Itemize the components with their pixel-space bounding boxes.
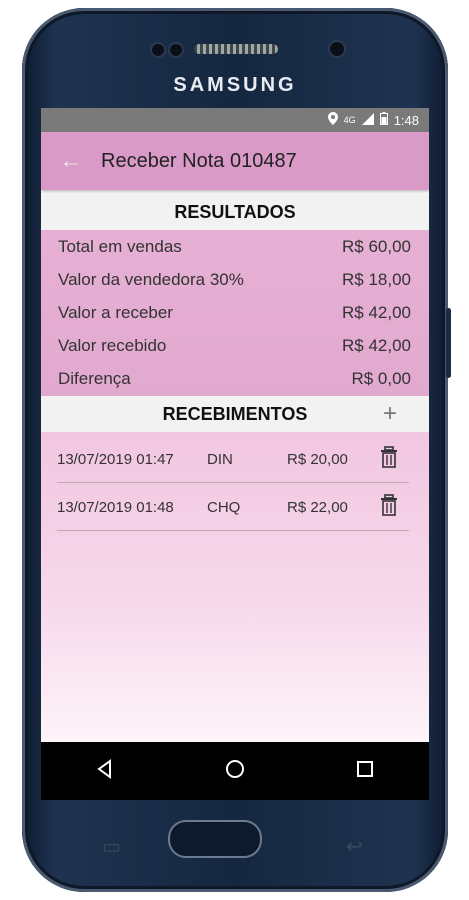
home-hardware-button[interactable]	[168, 820, 262, 858]
receipt-value: R$ 22,00	[287, 498, 348, 516]
trash-icon[interactable]	[379, 494, 405, 520]
receipt-value: R$ 20,00	[287, 450, 348, 468]
result-row-difference: Diferença R$ 0,00	[41, 362, 429, 395]
network-label: 4G	[343, 115, 356, 125]
receipts-header-label: RECEBIMENTOS	[162, 403, 308, 424]
result-value: R$ 42,00	[342, 302, 411, 322]
proximity-sensor	[170, 44, 182, 56]
page-title: Receber Nota 010487	[101, 149, 297, 172]
nav-home-icon[interactable]	[224, 758, 246, 785]
receipt-date: 13/07/2019 01:48	[57, 498, 174, 516]
app-bar: ← Receber Nota 010487	[41, 132, 429, 190]
result-label: Total em vendas	[58, 236, 182, 256]
nav-back-icon[interactable]	[95, 758, 115, 784]
status-time: 1:48	[393, 112, 419, 128]
result-label: Valor da vendedora 30%	[58, 269, 244, 289]
results-panel: Total em vendas R$ 60,00 Valor da vended…	[41, 230, 429, 396]
result-row-received: Valor recebido R$ 42,00	[41, 329, 429, 362]
front-camera	[152, 44, 164, 56]
result-label: Valor a receber	[58, 302, 173, 322]
receipts-header: RECEBIMENTOS +	[41, 396, 429, 432]
result-row-seller-share: Valor da vendedora 30% R$ 18,00	[41, 263, 429, 296]
signal-icon	[361, 112, 374, 128]
result-row-total-sales: Total em vendas R$ 60,00	[41, 230, 429, 263]
back-arrow-icon[interactable]: ←	[41, 147, 101, 175]
add-receipt-button[interactable]: +	[383, 396, 397, 432]
result-value: R$ 0,00	[351, 368, 411, 388]
result-value: R$ 42,00	[342, 335, 411, 355]
device-brand: SAMSUNG	[173, 74, 297, 96]
trash-icon[interactable]	[379, 446, 405, 472]
earpiece-speaker	[194, 44, 278, 54]
screen: 4G 1:48 ← Receber Nota 010487 RESULTADOS…	[41, 108, 429, 800]
power-button	[446, 308, 451, 378]
result-label: Valor recebido	[58, 335, 167, 355]
location-icon	[327, 112, 338, 128]
receipt-type: DIN	[207, 450, 233, 468]
result-label: Diferença	[58, 368, 131, 388]
receipt-row[interactable]: 13/07/2019 01:47 DIN R$ 20,00	[57, 436, 409, 483]
result-value: R$ 60,00	[342, 236, 411, 256]
navigation-bar	[41, 742, 429, 800]
recent-apps-hardware-icon[interactable]: ▭	[102, 834, 121, 859]
receipt-row[interactable]: 13/07/2019 01:48 CHQ R$ 22,00	[57, 484, 409, 531]
results-header: RESULTADOS	[41, 194, 429, 230]
result-row-to-receive: Valor a receber R$ 42,00	[41, 296, 429, 329]
sensor-dot	[330, 42, 344, 56]
results-header-label: RESULTADOS	[174, 201, 296, 222]
result-value: R$ 18,00	[342, 269, 411, 289]
receipt-date: 13/07/2019 01:47	[57, 450, 174, 468]
status-bar: 4G 1:48	[41, 108, 429, 132]
back-hardware-icon[interactable]: ↩	[346, 834, 363, 859]
battery-icon	[379, 112, 388, 128]
nav-recents-icon[interactable]	[355, 759, 375, 784]
receipt-type: CHQ	[207, 498, 241, 516]
